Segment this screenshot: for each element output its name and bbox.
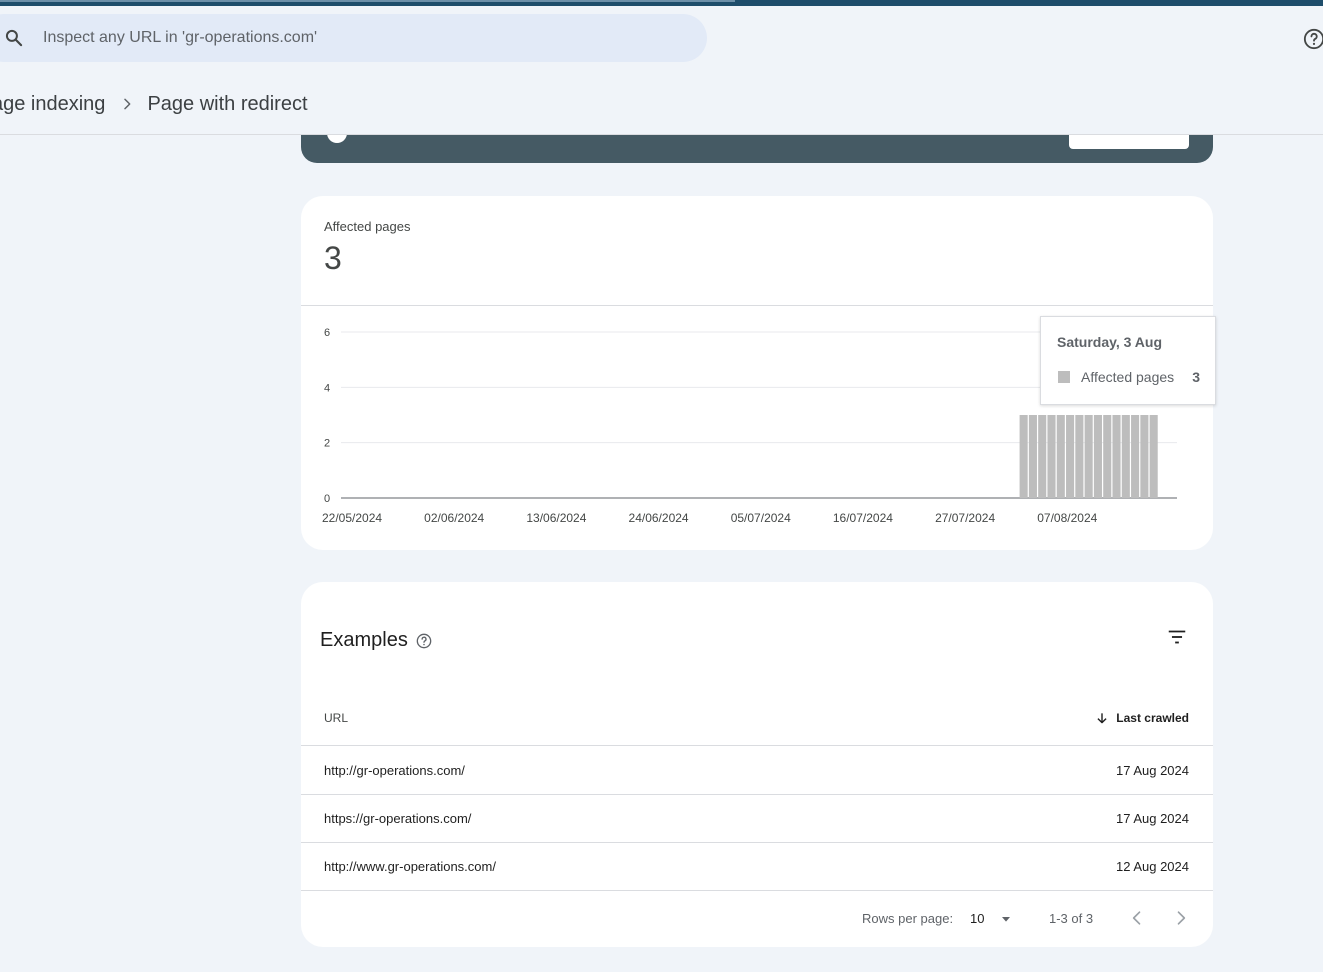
x-tick-label: 13/06/2024: [526, 511, 586, 525]
chart-tooltip: Saturday, 3 Aug Affected pages 3: [1040, 316, 1216, 405]
chart-bar: [1121, 415, 1130, 498]
x-tick-label: 27/07/2024: [935, 511, 995, 525]
row-last-crawled: 17 Aug 2024: [1115, 811, 1189, 826]
chevron-right-icon: [124, 98, 131, 110]
examples-card: Examples URL Last crawled http://gr-oper…: [301, 582, 1213, 947]
breadcrumb-page-indexing-link[interactable]: age indexing: [0, 93, 105, 116]
filter-icon[interactable]: [1166, 626, 1188, 648]
x-tick-label: 07/08/2024: [1037, 511, 1097, 525]
x-tick-label: 05/07/2024: [731, 511, 791, 525]
validation-status-banner: [301, 135, 1213, 163]
row-url: http://gr-operations.com/: [324, 763, 465, 778]
tooltip-series-value: 3: [1192, 369, 1200, 385]
tooltip-series-swatch: [1058, 371, 1070, 383]
rows-per-page-label: Rows per page:: [862, 911, 954, 926]
chart-bar: [1075, 415, 1084, 498]
top-app-bar-strip: [0, 0, 1323, 6]
arrow-down-icon: [1097, 713, 1107, 724]
breadcrumb: age indexing Page with redirect: [0, 90, 308, 118]
chart-bar: [1103, 415, 1112, 498]
table-pagination: Rows per page: 10 1-3 of 3: [301, 892, 1213, 942]
pagination-range: 1-3 of 3: [1049, 911, 1094, 926]
tooltip-series-label: Affected pages: [1081, 369, 1175, 385]
table-row[interactable]: http://www.gr-operations.com/ 12 Aug 202…: [301, 843, 1213, 891]
y-tick-label: 4: [324, 382, 330, 394]
chevron-right-icon[interactable]: [1171, 908, 1191, 928]
chart-bar: [1084, 415, 1093, 498]
y-tick-label: 2: [324, 438, 330, 450]
help-circle-icon[interactable]: [416, 633, 432, 649]
table-row[interactable]: https://gr-operations.com/ 17 Aug 2024: [301, 795, 1213, 843]
url-inspection-input[interactable]: [43, 24, 643, 52]
x-tick-label: 24/06/2024: [629, 511, 689, 525]
row-url: http://www.gr-operations.com/: [324, 859, 496, 874]
x-tick-label: 22/05/2024: [322, 511, 382, 525]
column-header-last-crawled-label: Last crawled: [1116, 711, 1189, 725]
y-tick-label: 6: [324, 327, 330, 339]
chart-bar: [1112, 415, 1121, 498]
chart-bar: [1047, 415, 1056, 498]
page-title: Page with redirect: [147, 92, 308, 115]
search-icon[interactable]: [4, 28, 24, 48]
chart-bar: [1019, 415, 1028, 498]
row-last-crawled: 17 Aug 2024: [1115, 763, 1189, 778]
chart-bar: [1140, 415, 1149, 498]
validation-details-button[interactable]: [1069, 135, 1189, 149]
chart-bar: [1149, 415, 1158, 498]
chart-bar: [1093, 415, 1102, 498]
row-url: https://gr-operations.com/: [324, 811, 472, 826]
chart-bar: [1131, 415, 1140, 498]
caret-down-icon[interactable]: [998, 911, 1014, 927]
table-header: URL Last crawled: [301, 696, 1213, 746]
x-tick-label: 16/07/2024: [833, 511, 893, 525]
x-tick-label: 02/06/2024: [424, 511, 484, 525]
help-circle-icon[interactable]: [1303, 28, 1323, 50]
examples-title: Examples: [320, 629, 408, 651]
chart-bar: [1066, 415, 1075, 498]
chevron-left-icon[interactable]: [1127, 908, 1147, 928]
y-tick-label: 0: [324, 493, 330, 505]
column-header-last-crawled[interactable]: Last crawled: [1095, 711, 1189, 725]
top-strip-highlight: [0, 0, 735, 2]
affected-pages-count: 3: [324, 240, 342, 276]
row-last-crawled: 12 Aug 2024: [1115, 859, 1189, 874]
tooltip-date: Saturday, 3 Aug: [1057, 334, 1163, 350]
affected-pages-label: Affected pages: [324, 219, 411, 234]
chart-bar: [1056, 415, 1065, 498]
table-row[interactable]: http://gr-operations.com/ 17 Aug 2024: [301, 747, 1213, 795]
rows-per-page-select[interactable]: 10: [970, 911, 984, 926]
chart-bar: [1038, 415, 1047, 498]
chart-bar: [1028, 415, 1037, 498]
validation-status-icon: [327, 135, 347, 143]
column-header-url[interactable]: URL: [324, 711, 348, 725]
